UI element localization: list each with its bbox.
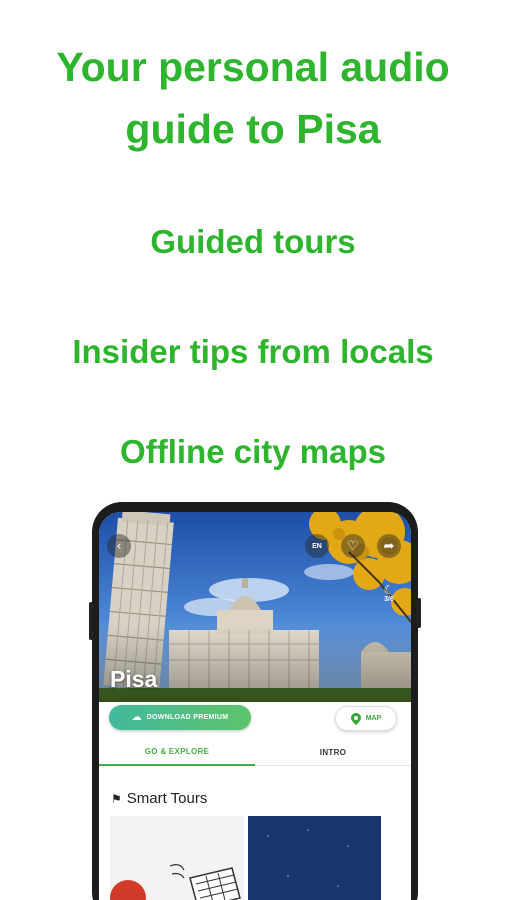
night-mode-value: 3/6: [384, 596, 394, 603]
tour-card[interactable]: [248, 816, 381, 900]
phone-volume-button: [89, 602, 93, 640]
hero-image: ‹ EN ♡ ➦ ☾ 3/6 Pisa: [99, 512, 411, 702]
phone-mockup: ‹ EN ♡ ➦ ☾ 3/6 Pisa ☁ DOWNLOAD PREMIUM M…: [89, 502, 421, 900]
language-button[interactable]: EN: [305, 534, 329, 558]
feature-guided-tours: Guided tours: [150, 223, 356, 260]
night-mode-indicator[interactable]: ☾ 3/6: [377, 584, 401, 603]
city-title: Pisa: [110, 666, 158, 692]
map-button[interactable]: MAP: [335, 706, 397, 731]
tour-card-illustration: [110, 816, 244, 900]
map-pin-icon: [350, 712, 361, 725]
share-icon: ➦: [383, 538, 395, 554]
download-premium-label: DOWNLOAD PREMIUM: [146, 714, 229, 721]
feature-offline-maps: Offline city maps: [120, 433, 386, 470]
app-screen: ‹ EN ♡ ➦ ☾ 3/6 Pisa ☁ DOWNLOAD PREMIUM M…: [99, 512, 411, 900]
smart-tours-header: ⚑ Smart Tours: [111, 790, 207, 807]
chevron-left-icon: ‹: [116, 538, 122, 554]
download-premium-button[interactable]: ☁ DOWNLOAD PREMIUM: [109, 705, 251, 730]
headline-line-2: guide to Pisa: [125, 106, 381, 152]
phone-power-button: [417, 598, 421, 628]
tour-card[interactable]: [110, 816, 244, 900]
moon-icon: ☾: [383, 583, 395, 597]
tab-bar: GO & EXPLORE INTRO: [99, 738, 411, 766]
map-label: MAP: [365, 715, 382, 722]
tour-card-night-sky: [248, 816, 381, 900]
headline-line-1: Your personal audio: [56, 44, 450, 90]
smart-tours-title: Smart Tours: [126, 790, 208, 807]
walking-tour-icon: ⚑: [111, 791, 122, 806]
language-label: EN: [312, 542, 322, 550]
heart-icon: ♡: [347, 538, 359, 554]
cloud-download-icon: ☁: [131, 712, 142, 723]
tab-go-explore[interactable]: GO & EXPLORE: [99, 738, 255, 766]
share-button[interactable]: ➦: [377, 534, 401, 558]
headline: Your personal audio guide to Pisa: [0, 36, 506, 160]
back-button[interactable]: ‹: [107, 534, 131, 558]
favorite-button[interactable]: ♡: [341, 534, 365, 558]
feature-insider-tips: Insider tips from locals: [72, 333, 434, 370]
tab-intro[interactable]: INTRO: [255, 738, 411, 766]
